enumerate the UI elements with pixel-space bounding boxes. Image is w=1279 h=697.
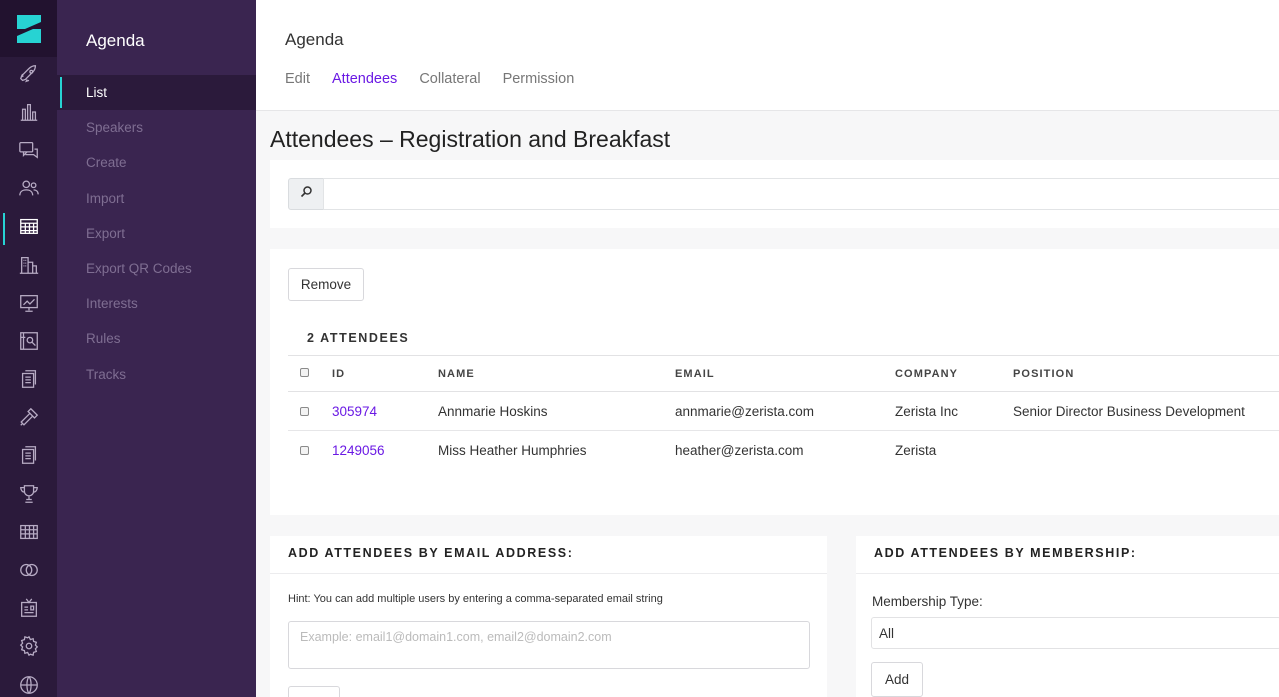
subnav-item-export-qr-codes[interactable]: Export QR Codes <box>57 251 256 286</box>
column-header-id[interactable]: ID <box>332 355 438 392</box>
tab-bar: Edit Attendees Collateral Permission <box>285 71 574 87</box>
add-by-email-card: ADD ATTENDEES BY EMAIL ADDRESS: Hint: Yo… <box>270 536 827 697</box>
table-row: 1249056 Miss Heather Humphries heather@z… <box>288 431 1279 470</box>
search-input[interactable] <box>323 178 1279 210</box>
calendar-grid-icon <box>18 215 40 242</box>
divider <box>856 573 1279 574</box>
documents-icon <box>18 444 40 471</box>
rail-item-people[interactable] <box>0 172 57 210</box>
attendee-id-link[interactable]: 1249056 <box>332 431 438 470</box>
attendee-email: heather@zerista.com <box>675 442 804 458</box>
search-button[interactable] <box>288 178 324 210</box>
attendee-email: annmarie@zerista.com <box>675 391 895 431</box>
secondary-nav: Agenda List Speakers Create Import Expor… <box>57 0 256 697</box>
gavel-icon <box>18 406 40 433</box>
attendee-position <box>1013 431 1279 470</box>
divider <box>270 573 827 574</box>
trophy-icon <box>18 483 40 510</box>
select-all-checkbox[interactable] <box>300 367 309 377</box>
rail-item-language[interactable] <box>0 668 57 697</box>
tab-attendees[interactable]: Attendees <box>332 71 397 87</box>
rocket-icon <box>18 63 40 90</box>
add-membership-button[interactable]: Add <box>871 662 923 697</box>
table-row: 305974 Annmarie Hoskins annmarie@zerista… <box>288 391 1279 431</box>
attendee-name: Annmarie Hoskins <box>438 391 675 431</box>
gear-icon <box>18 635 40 662</box>
subnav-item-import[interactable]: Import <box>57 181 256 216</box>
row-checkbox[interactable] <box>300 445 309 455</box>
subnav-item-speakers[interactable]: Speakers <box>57 110 256 145</box>
subnav-list: List Speakers Create Import Export Expor… <box>57 75 256 392</box>
table-icon <box>18 521 40 548</box>
subnav-title: Agenda <box>86 31 145 50</box>
rail-item-surveys[interactable] <box>0 439 57 477</box>
add-by-membership-card: ADD ATTENDEES BY MEMBERSHIP: Membership … <box>856 536 1279 697</box>
column-header-name[interactable]: NAME <box>438 355 675 392</box>
attendee-company: Zerista <box>895 442 937 458</box>
search-icon <box>300 185 313 203</box>
tab-edit[interactable]: Edit <box>285 71 310 87</box>
email-add-button[interactable] <box>288 686 340 697</box>
bar-chart-icon <box>18 101 40 128</box>
subnav-item-tracks[interactable]: Tracks <box>57 357 256 392</box>
rail-item-exhibitors[interactable] <box>0 248 57 286</box>
rail-item-agenda[interactable] <box>0 210 57 248</box>
rail-item-maps[interactable] <box>0 324 57 362</box>
rail-item-gamification[interactable] <box>0 477 57 515</box>
email-textarea[interactable]: Example: email1@domain1.com, email2@doma… <box>288 621 810 669</box>
subnav-item-export[interactable]: Export <box>57 216 256 251</box>
email-hint: Hint: You can add multiple users by ente… <box>288 593 663 605</box>
tab-collateral[interactable]: Collateral <box>419 71 480 87</box>
rail-item-analytics[interactable] <box>0 95 57 133</box>
buildings-icon <box>18 254 40 281</box>
search-card <box>270 160 1279 228</box>
attendees-table: ID NAME EMAIL COMPANY POSITION 305974 An… <box>288 355 1279 470</box>
page-title: Agenda <box>285 30 344 49</box>
subnav-item-rules[interactable]: Rules <box>57 321 256 356</box>
column-header-position[interactable]: POSITION <box>1013 355 1279 392</box>
rail-item-badges[interactable] <box>0 592 57 630</box>
zerista-logo[interactable] <box>0 0 57 57</box>
membership-type-label: Membership Type: <box>872 594 983 609</box>
subnav-item-create[interactable]: Create <box>57 145 256 180</box>
attendee-list-card: Remove 2 ATTENDEES ID NAME EMAIL COMPANY… <box>270 249 1279 515</box>
attendee-position: Senior Director Business Development <box>1013 391 1279 431</box>
add-by-email-title: ADD ATTENDEES BY EMAIL ADDRESS: <box>288 546 574 560</box>
rail-item-documents[interactable] <box>0 363 57 401</box>
rail-item-moderation[interactable] <box>0 401 57 439</box>
badge-icon <box>18 597 40 624</box>
membership-type-select[interactable]: All <box>871 617 1279 649</box>
column-header-email[interactable]: EMAIL <box>675 355 895 392</box>
rail-item-messages[interactable] <box>0 133 57 171</box>
subnav-item-interests[interactable]: Interests <box>57 286 256 321</box>
people-icon <box>18 177 40 204</box>
rail-item-launch[interactable] <box>0 57 57 95</box>
chat-icon <box>18 139 40 166</box>
presentation-icon <box>18 292 40 319</box>
attendee-name: Miss Heather Humphries <box>438 442 587 458</box>
attendee-count: 2 ATTENDEES <box>307 331 410 345</box>
subnav-item-list[interactable]: List <box>57 75 256 111</box>
page-header: Agenda Edit Attendees Collateral Permiss… <box>256 0 1279 111</box>
rings-icon <box>18 559 40 586</box>
section-heading: Attendees – Registration and Breakfast <box>270 126 671 152</box>
remove-button[interactable]: Remove <box>288 268 364 301</box>
logo-icon <box>16 14 41 43</box>
icon-rail <box>0 0 57 697</box>
rail-item-settings[interactable] <box>0 630 57 668</box>
column-header-company[interactable]: COMPANY <box>895 355 1013 392</box>
tab-permission[interactable]: Permission <box>503 71 575 87</box>
globe-icon <box>18 674 40 697</box>
row-checkbox[interactable] <box>300 406 309 416</box>
attendee-id-link[interactable]: 305974 <box>332 391 438 431</box>
map-icon <box>18 330 40 357</box>
documents-icon <box>18 368 40 395</box>
add-by-membership-title: ADD ATTENDEES BY MEMBERSHIP: <box>874 546 1137 560</box>
attendee-company: Zerista Inc <box>895 391 1013 431</box>
rail-item-presentations[interactable] <box>0 286 57 324</box>
table-header-row: ID NAME EMAIL COMPANY POSITION <box>288 355 1279 392</box>
rail-item-tables[interactable] <box>0 515 57 553</box>
rail-item-integrations[interactable] <box>0 553 57 591</box>
